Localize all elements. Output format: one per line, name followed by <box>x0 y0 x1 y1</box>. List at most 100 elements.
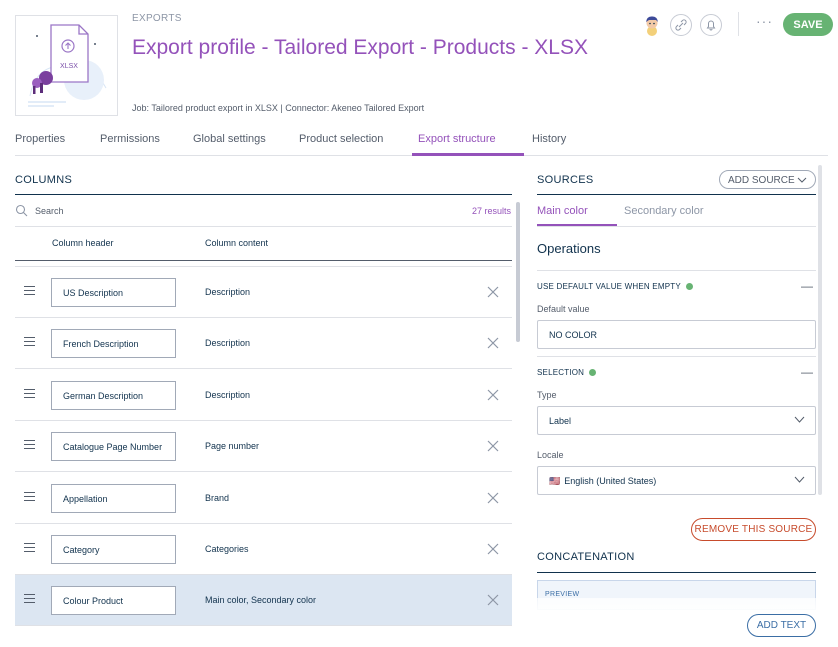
remove-source-button[interactable]: REMOVE THIS SOURCE <box>691 518 816 541</box>
sources-scrollbar[interactable] <box>818 165 822 495</box>
locale-select[interactable]: 🇺🇸 English (United States) <box>537 466 816 495</box>
selection-section-label: SELECTION <box>537 368 585 377</box>
column-header-input[interactable]: Colour Product <box>51 586 176 616</box>
drag-handle-icon[interactable] <box>24 594 35 604</box>
sources-panel <box>524 157 838 647</box>
link-icon[interactable] <box>670 14 692 36</box>
table-row[interactable]: Colour Product Main color, Secondary colo… <box>15 575 512 627</box>
table-row[interactable]: French Description Description <box>15 318 512 370</box>
drag-handle-icon[interactable] <box>24 337 35 347</box>
default-value-section-label: USE DEFAULT VALUE WHEN EMPTY <box>537 282 681 291</box>
concatenation-title: CONCATENATION <box>537 551 635 563</box>
source-tab-main-color[interactable]: Main color <box>537 205 588 217</box>
table-row[interactable]: Catalogue Page Number Page number <box>15 421 512 473</box>
sources-title: SOURCES <box>537 174 594 186</box>
columns-title-divider <box>15 194 512 195</box>
column-content: Description <box>205 338 251 349</box>
more-options-icon[interactable]: ··· <box>756 13 773 29</box>
column-header-input[interactable]: US Description <box>51 278 176 307</box>
active-tab-indicator <box>412 153 524 156</box>
source-tabs-divider <box>537 226 816 227</box>
drag-handle-icon[interactable] <box>24 491 35 502</box>
us-flag-icon: 🇺🇸 <box>549 476 561 486</box>
table-row[interactable]: US Description Description <box>15 267 512 318</box>
default-value-field[interactable]: NO COLOR <box>537 320 816 349</box>
column-header-input[interactable]: Catalogue Page Number <box>51 432 176 462</box>
column-content: Main color, Secondary color <box>205 595 317 606</box>
results-count: 27 results <box>472 206 512 216</box>
collapse-icon[interactable]: — <box>801 365 813 379</box>
chevron-down-icon <box>794 476 805 483</box>
columns-scrollbar[interactable] <box>516 202 520 342</box>
save-button[interactable]: SAVE <box>783 13 833 36</box>
tab-history[interactable]: History <box>532 133 566 145</box>
status-dot <box>685 283 693 291</box>
type-select-value: Label <box>549 416 572 426</box>
drag-handle-icon[interactable] <box>24 440 35 450</box>
close-icon[interactable] <box>487 594 499 606</box>
column-header-input[interactable]: Appellation <box>51 483 176 513</box>
bell-icon[interactable] <box>700 14 722 36</box>
concatenation-divider <box>537 572 816 573</box>
add-source-label: ADD SOURCE <box>728 175 795 186</box>
column-content: Page number <box>205 441 260 452</box>
drag-handle-icon[interactable] <box>24 388 35 399</box>
close-icon[interactable] <box>487 543 499 555</box>
tab-global-settings[interactable]: Global settings <box>193 133 266 145</box>
add-text-button[interactable]: ADD TEXT <box>747 614 816 637</box>
tab-export-structure[interactable]: Export structure <box>418 133 496 145</box>
column-content: Categories <box>205 544 249 554</box>
tab-properties[interactable]: Properties <box>15 133 65 145</box>
status-dot <box>589 369 597 377</box>
search-input[interactable]: Search <box>35 206 64 216</box>
close-icon[interactable] <box>487 337 499 349</box>
search-icon <box>15 204 28 217</box>
type-label: Type <box>537 390 557 400</box>
locale-select-value: English (United States) <box>564 476 657 486</box>
column-header-input[interactable]: German Description <box>51 380 176 410</box>
selection-section: SELECTION <box>537 368 597 377</box>
default-value-label: Default value <box>537 304 590 314</box>
table-row[interactable]: Category Categories <box>15 524 512 575</box>
default-value-section: USE DEFAULT VALUE WHEN EMPTY <box>537 282 693 291</box>
table-row[interactable]: German Description Description <box>15 369 512 421</box>
type-select[interactable]: Label <box>537 406 816 435</box>
table-row[interactable]: Appellation Brand <box>15 472 512 524</box>
chevron-down-icon <box>794 416 805 423</box>
column-header-heading: Column header <box>52 238 114 248</box>
table-header-divider <box>15 260 512 261</box>
breadcrumb[interactable]: EXPORTS <box>132 13 182 24</box>
operations-title: Operations <box>537 241 601 256</box>
close-icon[interactable] <box>487 492 499 504</box>
column-content: Brand <box>205 492 230 503</box>
close-icon[interactable] <box>487 440 499 452</box>
xlsx-file-illustration: XLSX <box>28 24 107 107</box>
column-content: Description <box>205 389 251 400</box>
add-source-button[interactable]: ADD SOURCE <box>719 170 816 189</box>
close-icon[interactable] <box>487 286 499 298</box>
job-meta: Job: Tailored product export in XLSX | C… <box>132 103 425 113</box>
column-content-heading: Column content <box>205 238 269 248</box>
default-value-divider <box>537 356 816 357</box>
column-content: Description <box>205 287 251 297</box>
preview-label: PREVIEW <box>545 591 580 598</box>
export-thumbnail: XLSX <box>15 15 118 116</box>
user-avatar-icon[interactable] <box>640 13 664 37</box>
chevron-down-icon <box>797 177 807 183</box>
search-divider <box>15 226 512 227</box>
sources-title-divider <box>537 194 816 195</box>
source-tab-secondary-color[interactable]: Secondary color <box>624 205 704 217</box>
header-divider <box>738 12 739 36</box>
drag-handle-icon[interactable] <box>24 543 35 553</box>
close-icon[interactable] <box>487 389 499 401</box>
drag-handle-icon[interactable] <box>24 286 35 296</box>
tab-product-selection[interactable]: Product selection <box>299 133 383 145</box>
operations-divider <box>537 270 816 271</box>
active-source-tab-indicator <box>537 224 617 226</box>
page-title: Export profile - Tailored Export - Produ… <box>132 36 588 59</box>
locale-label: Locale <box>537 450 564 460</box>
column-header-input[interactable]: Category <box>51 535 176 564</box>
column-header-input[interactable]: French Description <box>51 329 176 359</box>
collapse-icon[interactable]: — <box>801 279 813 293</box>
tab-permissions[interactable]: Permissions <box>100 133 160 145</box>
